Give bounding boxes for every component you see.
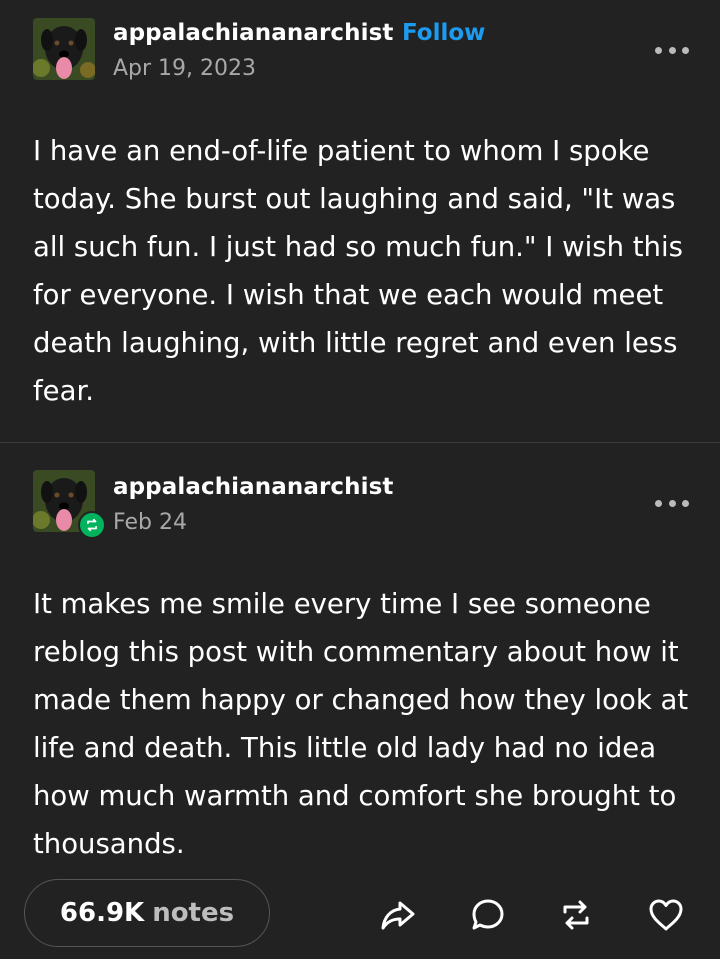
more-options-icon[interactable] — [655, 40, 689, 60]
reblog-badge-icon — [78, 511, 106, 539]
post-body: It makes me smile every time I see someo… — [33, 588, 689, 860]
notes-label: notes — [152, 898, 235, 928]
notes-count: 66.9K — [59, 898, 145, 928]
reblog-icon[interactable] — [556, 895, 596, 935]
notes-button[interactable]: 66.9K notes — [24, 879, 270, 947]
username[interactable]: appalachiananarchist — [113, 474, 394, 500]
share-icon[interactable] — [378, 895, 418, 935]
username[interactable]: appalachiananarchist — [113, 20, 394, 46]
dog-avatar-icon — [33, 18, 95, 80]
heart-icon[interactable] — [646, 895, 686, 935]
post-date: Feb 24 — [113, 510, 187, 535]
post-date: Apr 19, 2023 — [113, 56, 257, 81]
follow-button[interactable]: Follow — [402, 20, 485, 46]
more-options-icon[interactable] — [655, 493, 689, 513]
post-footer: 66.9K notes — [0, 873, 720, 959]
reply-icon[interactable] — [468, 895, 508, 935]
post-original: appalachiananarchist Follow Apr 19, 2023… — [0, 0, 720, 442]
post-reblog: appalachiananarchist Feb 24 It makes me … — [0, 443, 720, 873]
user-avatar[interactable] — [33, 18, 95, 80]
post-body: I have an end-of-life patient to whom I … — [33, 135, 683, 407]
